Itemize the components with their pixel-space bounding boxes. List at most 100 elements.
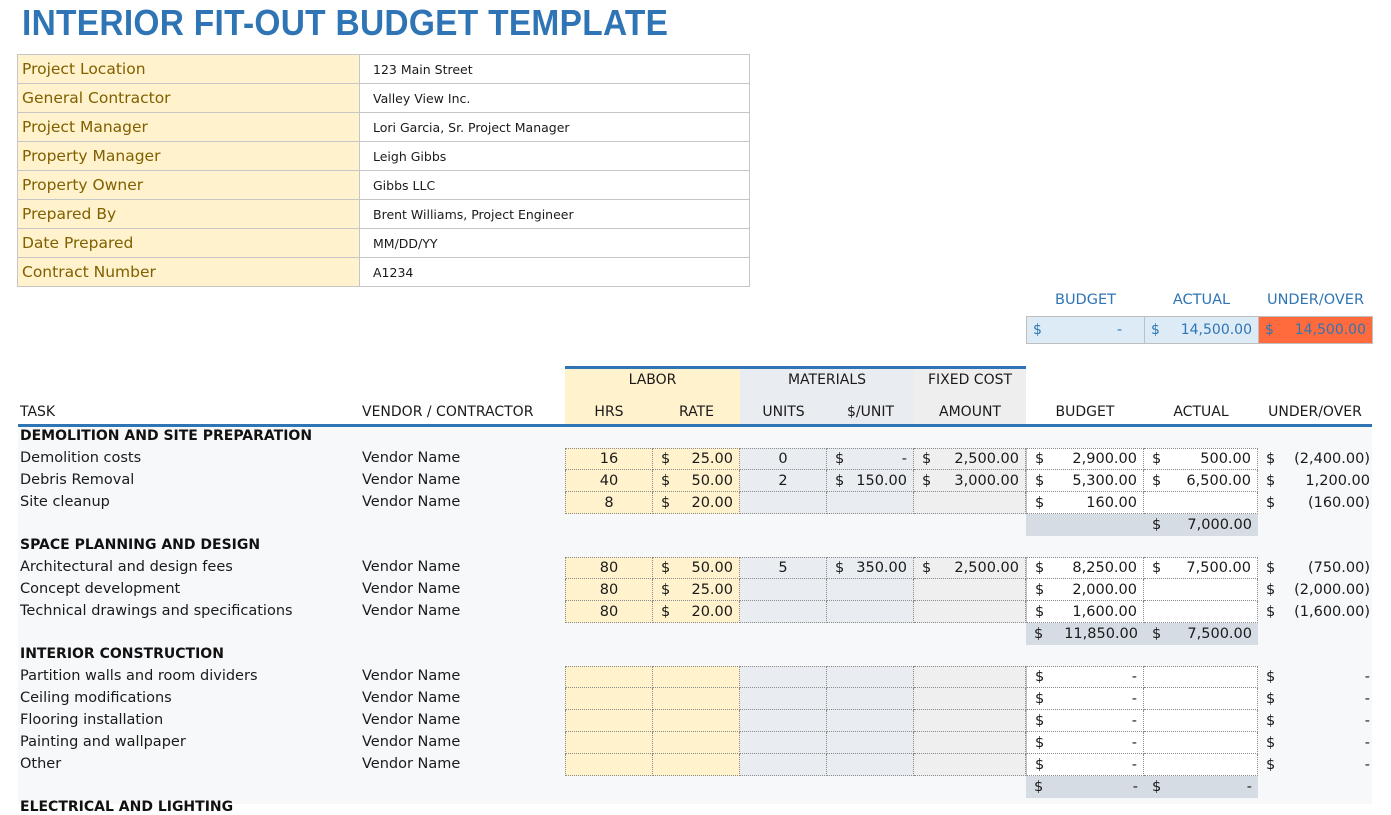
amount-cell[interactable] [914, 579, 1026, 601]
budget-cell[interactable]: $ - [1026, 754, 1144, 776]
actual-cell[interactable] [1144, 666, 1258, 688]
amount-cell[interactable] [914, 492, 1026, 514]
task-name[interactable]: Debris Removal [20, 472, 134, 488]
project-info-value[interactable]: MM/DD/YY [359, 228, 750, 258]
budget-cell[interactable]: $ 160.00 [1026, 492, 1144, 514]
budget-cell[interactable]: $ - [1026, 688, 1144, 710]
task-name[interactable]: Other [20, 756, 61, 772]
actual-cell[interactable] [1144, 601, 1258, 623]
subtotal-actual-cell[interactable]: $ 7,000.00 [1144, 514, 1258, 536]
actual-cell[interactable]: $ 7,500.00 [1144, 557, 1258, 579]
summary-budget-cell[interactable]: $ - [1026, 316, 1145, 344]
hrs-cell[interactable] [565, 754, 653, 776]
hrs-cell[interactable] [565, 688, 653, 710]
units-cell[interactable]: 0 [740, 448, 827, 470]
amount-cell[interactable] [914, 710, 1026, 732]
per-unit-cell[interactable] [827, 688, 914, 710]
budget-cell[interactable]: $ - [1026, 732, 1144, 754]
actual-cell[interactable] [1144, 732, 1258, 754]
vendor-name[interactable]: Vendor Name [362, 668, 460, 684]
units-cell[interactable] [740, 579, 827, 601]
subtotal-budget-cell[interactable] [1026, 514, 1144, 536]
under-over-cell[interactable]: $ (750.00) [1258, 557, 1372, 579]
per-unit-cell[interactable]: $ 150.00 [827, 470, 914, 492]
under-over-cell[interactable]: $ - [1258, 688, 1372, 710]
subtotal-budget-cell[interactable]: $ - [1026, 776, 1144, 798]
per-unit-cell[interactable]: $ - [827, 448, 914, 470]
rate-cell[interactable]: $ 20.00 [653, 492, 740, 514]
under-over-cell[interactable]: $ 1,200.00 [1258, 470, 1372, 492]
rate-cell[interactable] [653, 688, 740, 710]
rate-cell[interactable] [653, 732, 740, 754]
under-over-cell[interactable]: $ - [1258, 732, 1372, 754]
amount-cell[interactable]: $ 2,500.00 [914, 448, 1026, 470]
amount-cell[interactable] [914, 688, 1026, 710]
rate-cell[interactable]: $ 20.00 [653, 601, 740, 623]
hrs-cell[interactable]: 80 [565, 579, 653, 601]
per-unit-cell[interactable] [827, 492, 914, 514]
units-cell[interactable] [740, 688, 827, 710]
units-cell[interactable]: 5 [740, 557, 827, 579]
project-info-value[interactable]: Leigh Gibbs [359, 141, 750, 171]
vendor-name[interactable]: Vendor Name [362, 494, 460, 510]
hrs-cell[interactable]: 16 [565, 448, 653, 470]
budget-cell[interactable]: $ 2,900.00 [1026, 448, 1144, 470]
task-name[interactable]: Demolition costs [20, 450, 141, 466]
amount-cell[interactable] [914, 754, 1026, 776]
task-name[interactable]: Architectural and design fees [20, 559, 233, 575]
units-cell[interactable] [740, 492, 827, 514]
task-name[interactable]: Partition walls and room dividers [20, 668, 258, 684]
vendor-name[interactable]: Vendor Name [362, 756, 460, 772]
actual-cell[interactable] [1144, 579, 1258, 601]
project-info-value[interactable]: A1234 [359, 257, 750, 287]
task-name[interactable]: Painting and wallpaper [20, 734, 186, 750]
task-name[interactable]: Ceiling modifications [20, 690, 172, 706]
task-name[interactable]: Concept development [20, 581, 180, 597]
rate-cell[interactable]: $ 50.00 [653, 557, 740, 579]
per-unit-cell[interactable] [827, 579, 914, 601]
project-info-value[interactable]: Gibbs LLC [359, 170, 750, 200]
hrs-cell[interactable]: 40 [565, 470, 653, 492]
units-cell[interactable] [740, 754, 827, 776]
amount-cell[interactable] [914, 601, 1026, 623]
vendor-name[interactable]: Vendor Name [362, 603, 460, 619]
rate-cell[interactable] [653, 666, 740, 688]
under-over-cell[interactable]: $ - [1258, 710, 1372, 732]
task-name[interactable]: Technical drawings and specifications [20, 603, 293, 619]
hrs-cell[interactable]: 80 [565, 601, 653, 623]
budget-cell[interactable]: $ 2,000.00 [1026, 579, 1144, 601]
actual-cell[interactable] [1144, 754, 1258, 776]
rate-cell[interactable]: $ 50.00 [653, 470, 740, 492]
rate-cell[interactable] [653, 754, 740, 776]
vendor-name[interactable]: Vendor Name [362, 712, 460, 728]
project-info-value[interactable]: Lori Garcia, Sr. Project Manager [359, 112, 750, 142]
per-unit-cell[interactable] [827, 601, 914, 623]
subtotal-budget-cell[interactable]: $ 11,850.00 [1026, 623, 1144, 645]
actual-cell[interactable] [1144, 688, 1258, 710]
vendor-name[interactable]: Vendor Name [362, 559, 460, 575]
summary-actual-cell[interactable]: $ 14,500.00 [1144, 316, 1259, 344]
under-over-cell[interactable]: $ (2,000.00) [1258, 579, 1372, 601]
hrs-cell[interactable] [565, 710, 653, 732]
units-cell[interactable] [740, 710, 827, 732]
actual-cell[interactable]: $ 6,500.00 [1144, 470, 1258, 492]
rate-cell[interactable]: $ 25.00 [653, 579, 740, 601]
subtotal-actual-cell[interactable]: $ - [1144, 776, 1258, 798]
project-info-value[interactable]: Valley View Inc. [359, 83, 750, 113]
actual-cell[interactable] [1144, 492, 1258, 514]
hrs-cell[interactable]: 80 [565, 557, 653, 579]
under-over-cell[interactable]: $ (2,400.00) [1258, 448, 1372, 470]
vendor-name[interactable]: Vendor Name [362, 690, 460, 706]
under-over-cell[interactable]: $ - [1258, 666, 1372, 688]
budget-cell[interactable]: $ - [1026, 666, 1144, 688]
project-info-value[interactable]: Brent Williams, Project Engineer [359, 199, 750, 229]
per-unit-cell[interactable] [827, 666, 914, 688]
per-unit-cell[interactable] [827, 732, 914, 754]
hrs-cell[interactable] [565, 732, 653, 754]
amount-cell[interactable] [914, 732, 1026, 754]
actual-cell[interactable]: $ 500.00 [1144, 448, 1258, 470]
units-cell[interactable]: 2 [740, 470, 827, 492]
rate-cell[interactable]: $ 25.00 [653, 448, 740, 470]
hrs-cell[interactable] [565, 666, 653, 688]
budget-cell[interactable]: $ 8,250.00 [1026, 557, 1144, 579]
